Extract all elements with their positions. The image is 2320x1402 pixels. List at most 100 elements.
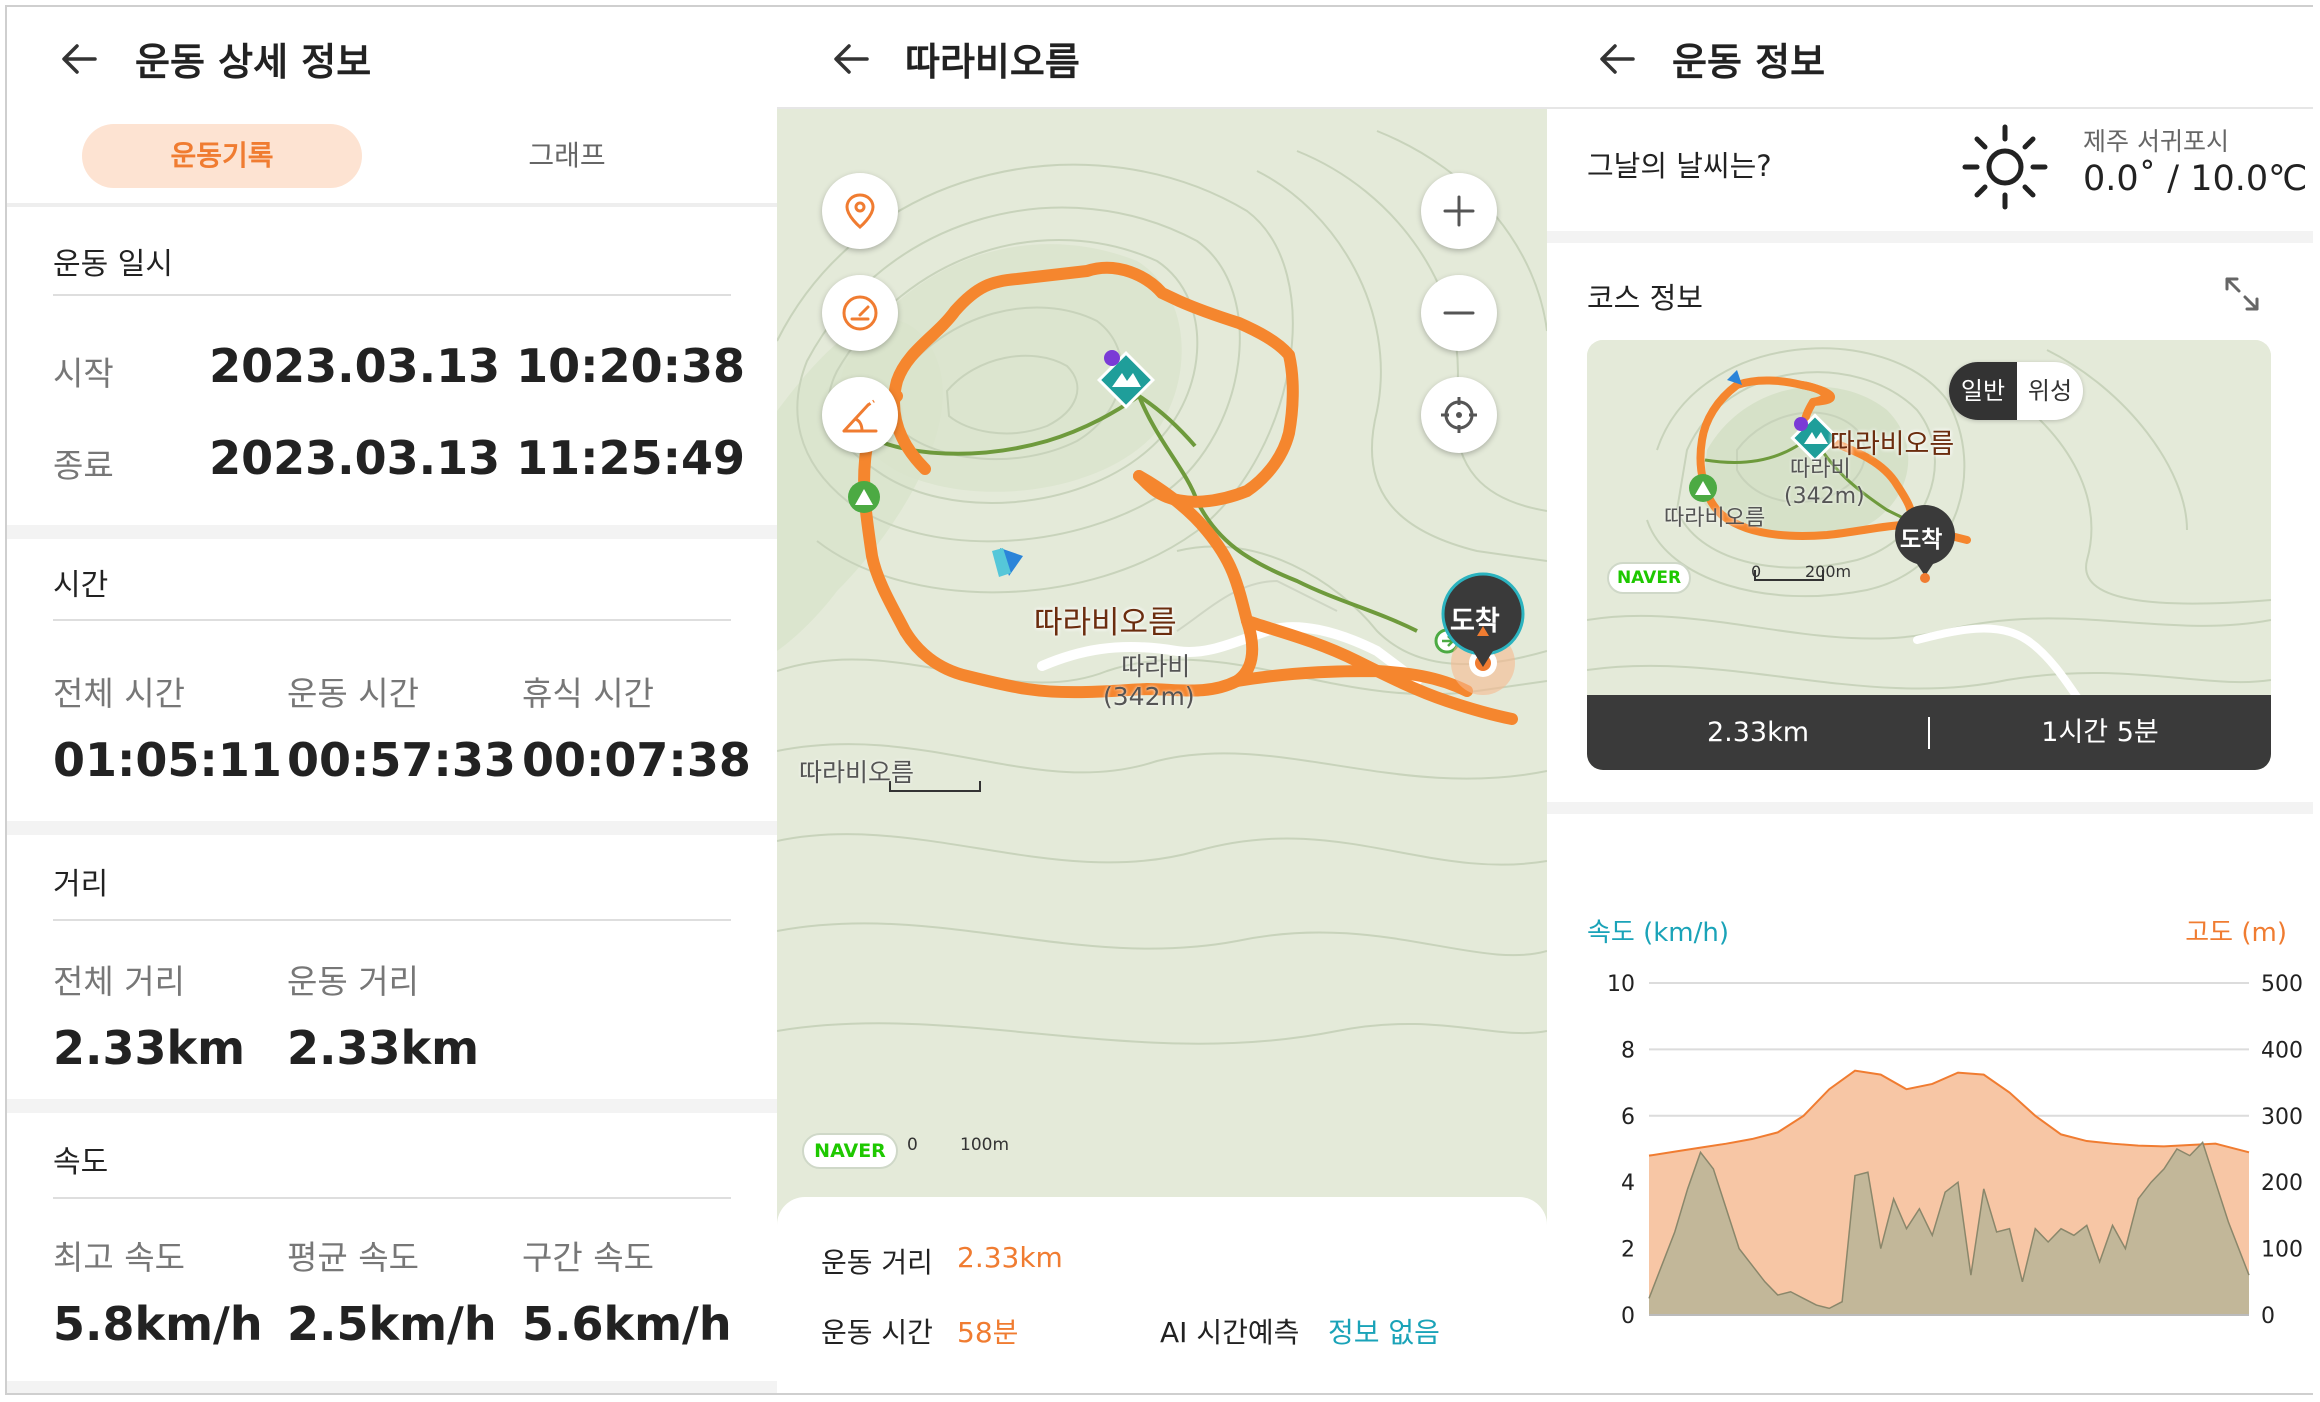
- max-speed-label: 최고 속도: [53, 1238, 185, 1277]
- total-distance-label: 전체 거리: [53, 962, 185, 1001]
- speed-elevation-chart[interactable]: 속도 (km/h)고도 (m)0246810010020030040050050…: [1547, 907, 2313, 1327]
- back-arrow-icon[interactable]: [57, 37, 101, 81]
- zoom-out-button[interactable]: [1421, 275, 1497, 351]
- expand-icon[interactable]: [2219, 271, 2265, 317]
- section-divider: [7, 1381, 777, 1393]
- back-arrow-icon[interactable]: [1595, 37, 1639, 81]
- back-arrow-icon[interactable]: [829, 37, 873, 81]
- section-rule: [53, 619, 731, 621]
- weather-question: 그날의 날씨는?: [1587, 149, 1772, 183]
- trailhead-label: 따라비오름: [799, 758, 915, 787]
- map-type-toggle: 일반 위성: [1949, 362, 2083, 420]
- course-distance: 2.33km: [1706, 717, 1810, 748]
- right-tick-label: 100: [2261, 1238, 2303, 1263]
- time-label: 운동 시간: [821, 1316, 933, 1349]
- tab-exercise-record[interactable]: 운동기록: [82, 124, 362, 188]
- time-section-title: 시간: [53, 568, 109, 603]
- tab-graph[interactable]: 그래프: [447, 124, 687, 188]
- peak-elevation: (342m): [1784, 484, 1865, 509]
- trailhead-label: 따라비오름: [1664, 506, 1766, 531]
- page-title: 운동 정보: [1672, 40, 1826, 84]
- scale-zero: 0: [907, 1135, 918, 1155]
- datetime-section-title: 운동 일시: [53, 247, 173, 282]
- plus-icon: [1443, 195, 1475, 227]
- section-divider: [7, 821, 777, 835]
- x-tick-label: 500m: [1746, 1326, 1809, 1327]
- tab-divider: [7, 203, 777, 207]
- speedometer-button[interactable]: [822, 275, 898, 351]
- right-tick-label: 200: [2261, 1171, 2303, 1196]
- weather-temperature: 0.0˚ / 10.0℃: [2083, 159, 2308, 199]
- slope-icon: [842, 399, 878, 433]
- distance-label: 운동 거리: [821, 1246, 933, 1279]
- distance-value: 2.33km: [957, 1241, 1063, 1274]
- exercise-info-panel: 운동 정보 그날의 날씨는? 제주 서귀포시 0.0˚ / 10.0℃ 코스 정…: [1547, 7, 2313, 1393]
- speedometer-icon: [842, 295, 878, 331]
- crosshair-icon: [1441, 397, 1477, 433]
- section-rule: [53, 1197, 731, 1199]
- left-tick-label: 6: [1621, 1105, 1635, 1130]
- scale-label: 200m: [1805, 562, 1852, 581]
- right-tick-label: 300: [2261, 1105, 2303, 1130]
- section-divider: [7, 1099, 777, 1113]
- left-tick-label: 4: [1621, 1171, 1635, 1196]
- ai-time-label: AI 시간예측: [1160, 1316, 1300, 1349]
- scale-label: 100m: [960, 1135, 1010, 1155]
- location-pin-icon: [845, 193, 875, 229]
- total-time-label: 전체 시간: [53, 674, 185, 713]
- exercise-distance-value: 2.33km: [287, 1021, 480, 1075]
- map-type-satellite[interactable]: 위성: [2017, 362, 2083, 420]
- peak-name-short: 따라비: [1790, 457, 1851, 482]
- exercise-time-value: 00:57:33: [287, 733, 516, 787]
- peak-sub-label: 따라비 (342m): [1103, 652, 1195, 712]
- right-tick-label: 500: [2261, 972, 2303, 997]
- avg-speed-value: 2.5km/h: [287, 1297, 497, 1351]
- peak-elevation: (342m): [1103, 682, 1195, 711]
- naver-logo: NAVER: [802, 1133, 898, 1169]
- elevation-axis-title: 고도 (m): [2185, 918, 2287, 948]
- left-tick-label: 10: [1607, 972, 1635, 997]
- left-tick-label: 2: [1621, 1238, 1635, 1263]
- page-title: 따라비오름: [905, 40, 1080, 84]
- total-distance-value: 2.33km: [53, 1021, 246, 1075]
- end-value: 2023.03.13 11:25:49: [209, 431, 745, 485]
- course-summary-bar: 2.33km 1시간 5분: [1587, 695, 2271, 770]
- max-speed-value: 5.8km/h: [53, 1297, 263, 1351]
- peak-sub-label: 따라비 (342m): [1784, 456, 1865, 510]
- total-time-value: 01:05:11: [53, 733, 282, 787]
- weather-location: 제주 서귀포시: [2083, 127, 2229, 156]
- exercise-distance-label: 운동 거리: [287, 962, 419, 1001]
- minus-icon: [1443, 311, 1475, 315]
- zoom-in-button[interactable]: [1421, 173, 1497, 249]
- trailhead-marker-icon: [1689, 474, 1717, 502]
- course-map-panel: 따라비오름 따라비오름 따라비 (342m) 따라비오름 도착 NAVER 0 …: [777, 7, 1547, 1393]
- section-divider: [1547, 802, 2313, 814]
- scale-zero: 0: [1751, 562, 1762, 581]
- sun-icon: [1962, 124, 2048, 210]
- section-divider: [7, 525, 777, 539]
- distance-section-title: 거리: [53, 867, 109, 902]
- exercise-detail-panel: 운동 상세 정보 운동기록 그래프 운동 일시 시작 2023.03.13 10…: [7, 7, 777, 1393]
- time-value: 58분: [957, 1316, 1019, 1349]
- x-tick-label: 1.00km: [1865, 1326, 1948, 1327]
- slope-button[interactable]: [822, 377, 898, 453]
- location-pin-button[interactable]: [822, 173, 898, 249]
- top-bar: 운동 정보: [1547, 7, 2313, 109]
- left-tick-label: 8: [1621, 1038, 1635, 1063]
- course-map[interactable]: 일반 위성 따라비오름 따라비 (342m) 따라비오름 도착 NAVER 0 …: [1587, 340, 2271, 770]
- section-rule: [53, 919, 731, 921]
- course-info-title: 코스 정보: [1587, 281, 1703, 315]
- x-tick-label: 2.00km: [2122, 1326, 2205, 1327]
- page-title: 운동 상세 정보: [135, 40, 372, 84]
- right-tick-label: 400: [2261, 1038, 2303, 1063]
- section-speed-value: 5.6km/h: [522, 1297, 732, 1351]
- top-bar: 따라비오름: [777, 7, 1547, 109]
- my-location-button[interactable]: [1421, 377, 1497, 453]
- trailhead-marker-icon[interactable]: [848, 481, 880, 513]
- speed-axis-title: 속도 (km/h): [1587, 918, 1729, 948]
- map-type-normal[interactable]: 일반: [1949, 362, 2017, 420]
- arrival-label: 도착: [1450, 606, 1500, 637]
- exercise-time-label: 운동 시간: [287, 674, 419, 713]
- start-label: 시작: [53, 354, 114, 393]
- section-divider: [1547, 231, 2313, 243]
